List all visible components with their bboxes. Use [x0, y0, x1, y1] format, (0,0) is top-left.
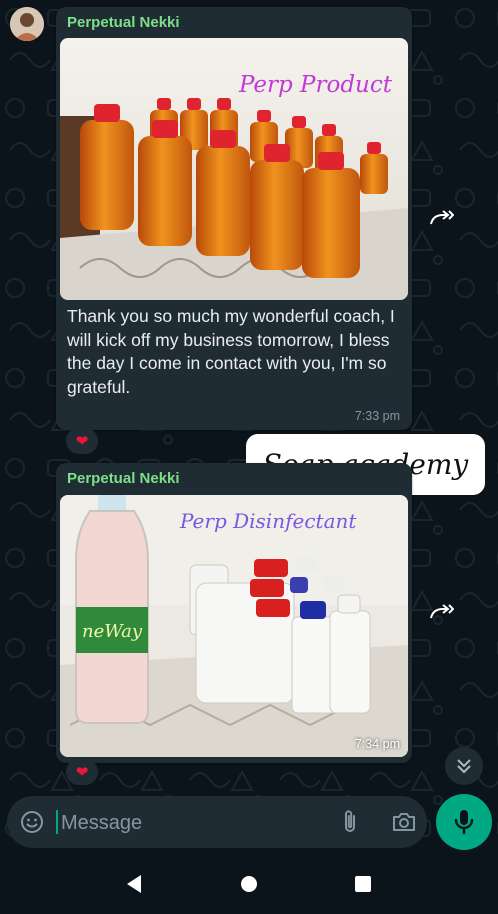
sender-avatar[interactable] [10, 7, 44, 41]
message-text: Thank you so much my wonderful coach, I … [67, 306, 395, 397]
home-circle-icon[interactable] [235, 870, 263, 898]
disinfectant-photo[interactable]: neWay Perp Disinfectant [60, 495, 408, 757]
text-cursor [56, 810, 58, 834]
message-timestamp: 7:34 pm [354, 737, 400, 751]
recents-square-icon[interactable] [349, 870, 377, 898]
message-bubble-2[interactable]: Perpetual Nekki neWay Perp Disinfectant … [56, 463, 412, 763]
system-navigation-bar [0, 850, 498, 914]
bottle-label: neWay [82, 621, 143, 642]
image-caption: Perp Product [238, 72, 392, 98]
scroll-to-bottom-button[interactable] [445, 747, 483, 785]
emoji-icon[interactable] [19, 809, 45, 835]
sender-name[interactable]: Perpetual Nekki [67, 14, 180, 31]
message-bubble-1[interactable]: Perpetual Nekki Perp Product Thank you s… [56, 7, 412, 430]
double-chevron-down-icon [457, 759, 471, 774]
message-timestamp: 7:33 pm [354, 409, 400, 423]
message-input[interactable] [59, 804, 313, 842]
image-caption: Perp Disinfectant [180, 509, 357, 533]
back-triangle-icon[interactable] [120, 870, 148, 898]
microphone-button[interactable] [436, 794, 492, 850]
microphone-icon [454, 810, 474, 835]
heart-reaction[interactable]: ❤ [66, 428, 98, 454]
water-bottle: neWay [75, 495, 149, 724]
forward-icon[interactable] [424, 594, 458, 628]
heart-reaction[interactable]: ❤ [66, 759, 98, 785]
jerry-cans [189, 557, 371, 714]
forward-icon[interactable] [424, 200, 458, 234]
message-composer [7, 796, 427, 848]
product-photo[interactable]: Perp Product [60, 38, 408, 300]
camera-icon[interactable] [389, 808, 419, 836]
paperclip-icon[interactable] [337, 808, 363, 836]
sender-name[interactable]: Perpetual Nekki [67, 470, 180, 487]
